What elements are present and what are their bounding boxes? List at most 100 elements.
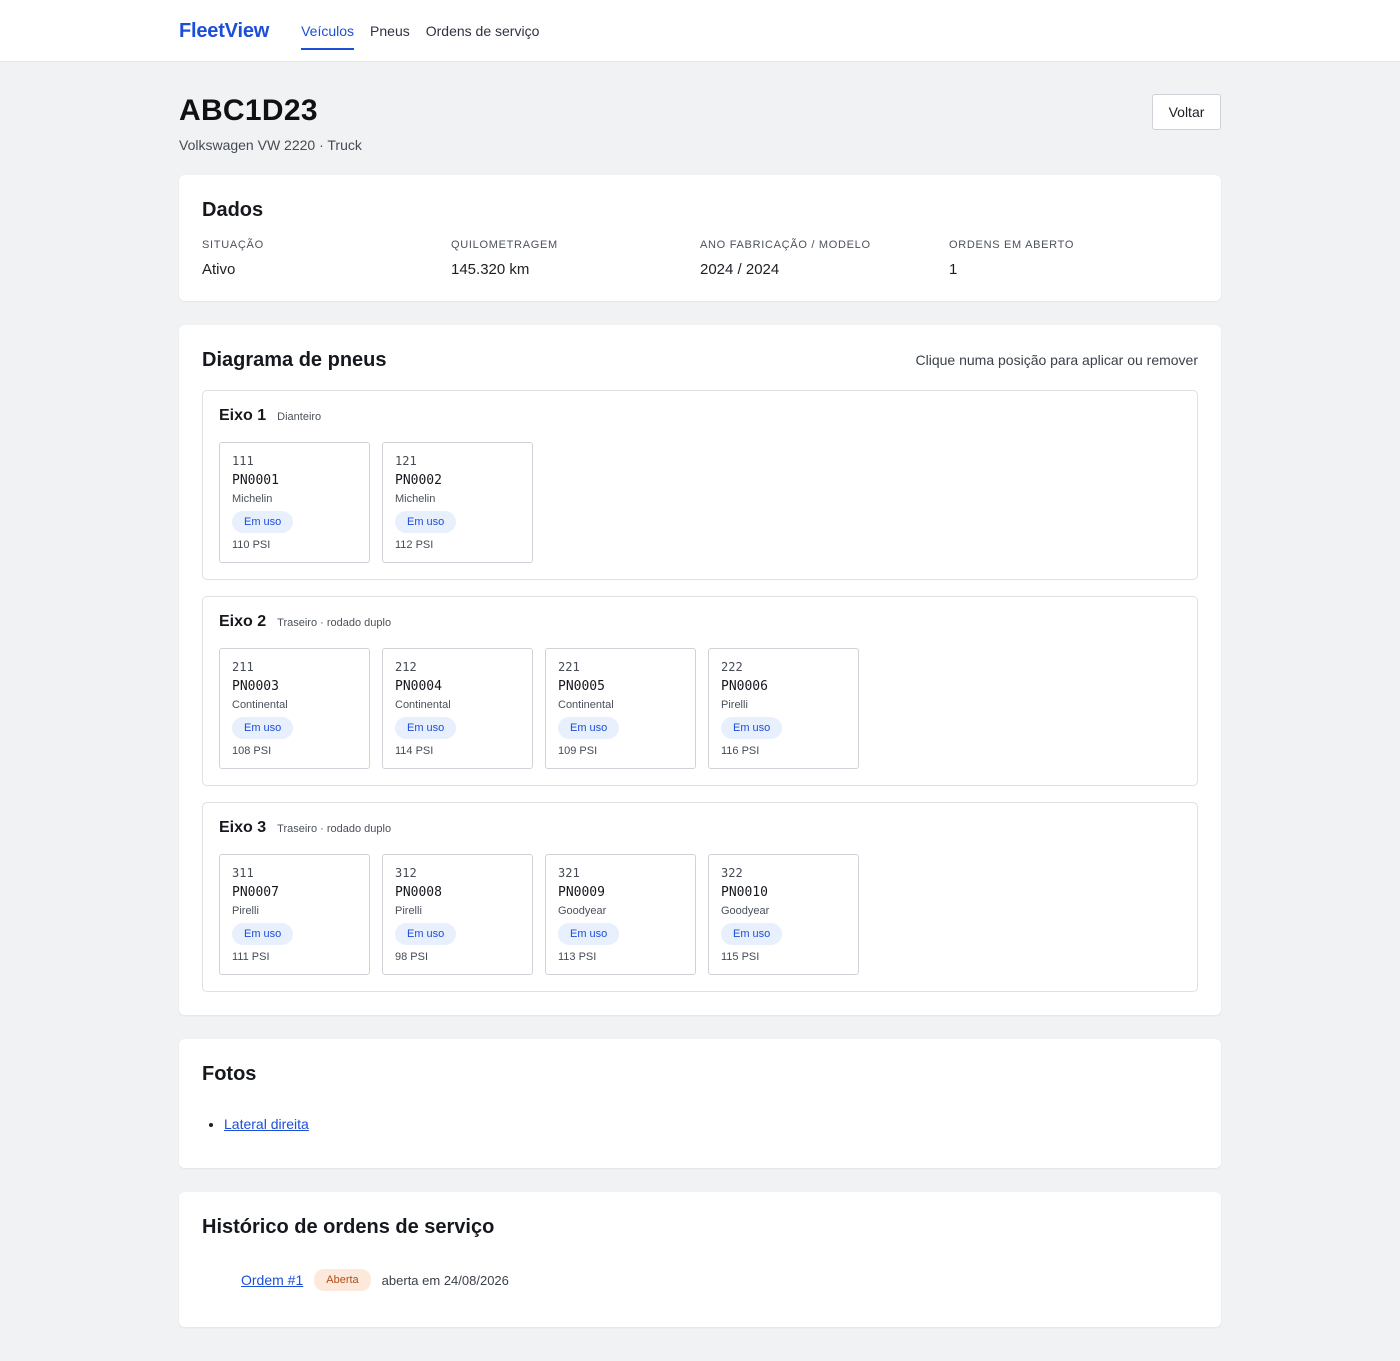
- tire-status-badge: Em uso: [721, 923, 783, 945]
- tire-code: PN0005: [558, 679, 605, 694]
- order-status-badge: Aberta: [314, 1269, 371, 1291]
- tire-status-badge: Em uso: [232, 717, 294, 739]
- vehicle-subtitle: Volkswagen VW 2220 · Truck: [179, 137, 362, 153]
- tire-diagram-card: Diagrama de pneus Clique numa posição pa…: [179, 325, 1221, 1015]
- order-link[interactable]: Ordem #1: [241, 1272, 303, 1288]
- tire-position-card[interactable]: 311 PN0007 Pirelli Em uso 111 PSI: [219, 854, 370, 975]
- stat-label: SITUAÇÃO: [202, 239, 264, 251]
- tire-status-badge: Em uso: [232, 511, 294, 533]
- stat-value: 2024 / 2024: [700, 261, 780, 278]
- axle-header: Eixo 3 Traseiro · rodado duplo: [219, 819, 1181, 839]
- historico-title: Histórico de ordens de serviço: [202, 1216, 495, 1238]
- stat-label: ANO FABRICAÇÃO / MODELO: [700, 239, 871, 251]
- tire-pressure: 113 PSI: [558, 951, 597, 963]
- tire-code: PN0004: [395, 679, 442, 694]
- fotos-card: Fotos Lateral direita: [179, 1039, 1221, 1168]
- axle-3: Eixo 3 Traseiro · rodado duplo 311 PN0007 Pi…: [202, 802, 1198, 992]
- nav-veiculos[interactable]: Veículos: [301, 0, 354, 62]
- tire-position: 211: [232, 660, 254, 674]
- tire-brand: Goodyear: [558, 905, 607, 917]
- stat-value: Ativo: [202, 261, 236, 278]
- tire-row: 111 PN0001 Michelin Em uso 110 PSI 121 PN0002 M…: [219, 442, 1181, 563]
- tire-pressure: 109 PSI: [558, 745, 598, 757]
- tire-position-card[interactable]: 121 PN0002 Michelin Em uso 112 PSI: [382, 442, 533, 563]
- tire-position: 222: [721, 660, 743, 674]
- page-title: ABC1D23: [179, 94, 318, 127]
- tire-status-badge: Em uso: [232, 923, 294, 945]
- stat-quilometragem: QUILOMETRAGEM 145.320 km: [451, 239, 700, 278]
- tire-position: 121: [395, 454, 417, 468]
- tire-status-badge: Em uso: [721, 717, 783, 739]
- order-row: Ordem #1 Aberta aberta em 24/08/2026: [202, 1269, 1198, 1304]
- tire-position-card[interactable]: 221 PN0005 Continental Em uso 109 PSI: [545, 648, 696, 769]
- tire-position-card[interactable]: 211 PN0003 Continental Em uso 108 PSI: [219, 648, 370, 769]
- axle-description: Traseiro · rodado duplo: [277, 617, 392, 629]
- stat-situacao: SITUAÇÃO Ativo: [202, 239, 451, 278]
- tire-status-badge: Em uso: [395, 717, 457, 739]
- tire-brand: Pirelli: [395, 905, 422, 917]
- stat-value: 145.320 km: [451, 261, 530, 278]
- axle-header: Eixo 1 Dianteiro: [219, 407, 1181, 427]
- tire-position-card[interactable]: 111 PN0001 Michelin Em uso 110 PSI: [219, 442, 370, 563]
- dados-title: Dados: [202, 199, 264, 221]
- tire-brand: Continental: [232, 699, 288, 711]
- tire-brand: Continental: [558, 699, 614, 711]
- stats-row: SITUAÇÃO Ativo QUILOMETRAGEM 145.320 km …: [202, 239, 1198, 278]
- tire-pressure: 116 PSI: [721, 745, 760, 757]
- axle-description: Traseiro · rodado duplo: [277, 823, 392, 835]
- stat-value: 1: [949, 261, 958, 278]
- stat-label: ORDENS EM ABERTO: [949, 239, 1075, 251]
- tire-status-badge: Em uso: [558, 923, 620, 945]
- tire-pressure: 115 PSI: [721, 951, 760, 963]
- axle-header: Eixo 2 Traseiro · rodado duplo: [219, 613, 1181, 633]
- fotos-title: Fotos: [202, 1063, 257, 1085]
- tire-position: 321: [558, 866, 580, 880]
- tire-position-card[interactable]: 212 PN0004 Continental Em uso 114 PSI: [382, 648, 533, 769]
- photo-link-lateral-direita[interactable]: Lateral direita: [224, 1116, 309, 1132]
- nav-pneus[interactable]: Pneus: [370, 0, 410, 62]
- tire-status-badge: Em uso: [558, 717, 620, 739]
- order-date: aberta em 24/08/2026: [381, 1272, 509, 1288]
- axle-name: Eixo 1: [219, 407, 267, 424]
- tire-code: PN0001: [232, 473, 279, 488]
- tire-position: 312: [395, 866, 417, 880]
- tire-position: 322: [721, 866, 743, 880]
- tire-status-badge: Em uso: [395, 923, 457, 945]
- photos-list: Lateral direita: [202, 1116, 1198, 1132]
- tire-diagram-title: Diagrama de pneus: [202, 349, 387, 371]
- tire-pressure: 114 PSI: [395, 745, 434, 757]
- tire-diagram-hint: Clique numa posição para aplicar ou remo…: [915, 352, 1198, 368]
- tire-brand: Goodyear: [721, 905, 770, 917]
- tire-status-badge: Em uso: [395, 511, 457, 533]
- axle-1: Eixo 1 Dianteiro 111 PN0001 Michelin Em uso 11…: [202, 390, 1198, 580]
- tire-code: PN0006: [721, 679, 768, 694]
- tire-code: PN0007: [232, 885, 279, 900]
- tire-position-card[interactable]: 322 PN0010 Goodyear Em uso 115 PSI: [708, 854, 859, 975]
- axle-2: Eixo 2 Traseiro · rodado duplo 211 PN0003 Co…: [202, 596, 1198, 786]
- main-nav: Veículos Pneus Ordens de serviço: [301, 0, 555, 62]
- axles-container: Eixo 1 Dianteiro 111 PN0001 Michelin Em uso 11…: [202, 390, 1198, 992]
- tire-brand: Pirelli: [232, 905, 259, 917]
- tire-row: 311 PN0007 Pirelli Em uso 111 PSI 312 PN0008 Pi…: [219, 854, 1181, 975]
- tire-pressure: 111 PSI: [232, 951, 270, 963]
- axle-name: Eixo 3: [219, 819, 267, 836]
- tire-pressure: 110 PSI: [232, 539, 271, 551]
- nav-ordens-servico[interactable]: Ordens de serviço: [426, 0, 540, 62]
- stat-ordens-aberto: ORDENS EM ABERTO 1: [949, 239, 1198, 278]
- tire-position-card[interactable]: 321 PN0009 Goodyear Em uso 113 PSI: [545, 854, 696, 975]
- tire-code: PN0009: [558, 885, 605, 900]
- tire-brand: Continental: [395, 699, 451, 711]
- brand-logo[interactable]: FleetView: [179, 20, 269, 43]
- dados-card: Dados SITUAÇÃO Ativo QUILOMETRAGEM 145.3…: [179, 175, 1221, 301]
- tire-row: 211 PN0003 Continental Em uso 108 PSI 212 PN00…: [219, 648, 1181, 769]
- tire-code: PN0002: [395, 473, 442, 488]
- axle-name: Eixo 2: [219, 613, 267, 630]
- page-header: ABC1D23 Volkswagen VW 2220 · Truck Volta…: [179, 93, 1221, 175]
- tire-position-card[interactable]: 222 PN0006 Pirelli Em uso 116 PSI: [708, 648, 859, 769]
- back-button[interactable]: Voltar: [1152, 94, 1221, 130]
- axle-description: Dianteiro: [277, 411, 322, 423]
- tire-pressure: 98 PSI: [395, 951, 429, 963]
- stat-ano-fabricacao: ANO FABRICAÇÃO / MODELO 2024 / 2024: [700, 239, 949, 278]
- tire-code: PN0003: [232, 679, 279, 694]
- tire-position-card[interactable]: 312 PN0008 Pirelli Em uso 98 PSI: [382, 854, 533, 975]
